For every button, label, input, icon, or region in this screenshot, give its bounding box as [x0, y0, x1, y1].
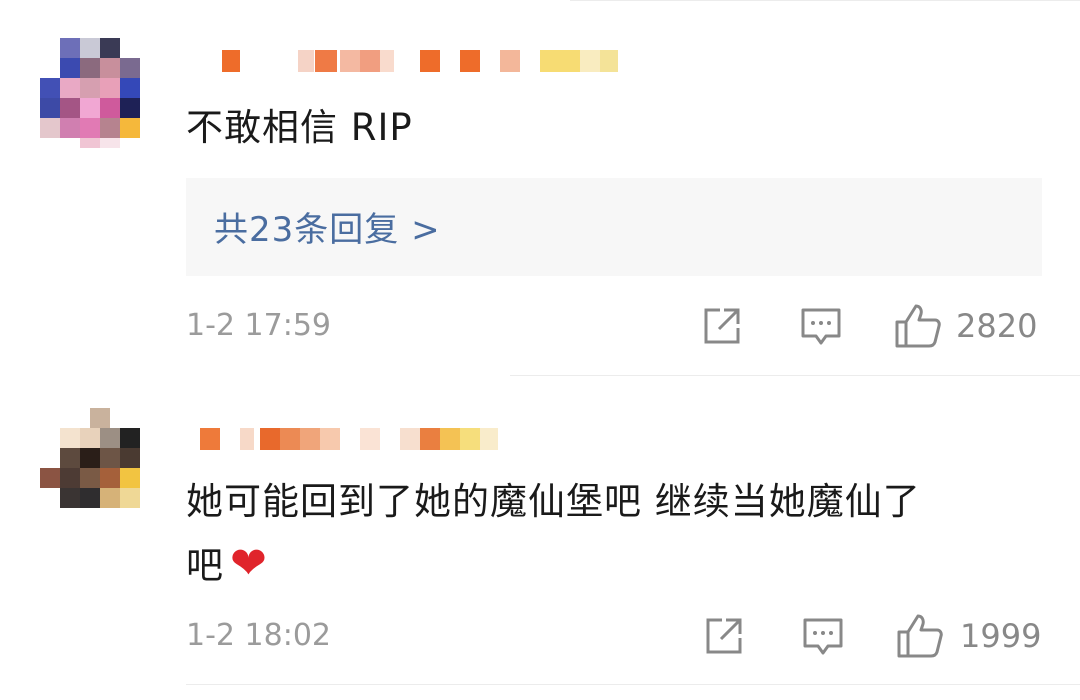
comment-text-tail: 吧 [186, 544, 224, 587]
like-count: 1999 [960, 617, 1042, 655]
top-divider [570, 0, 1080, 1]
comment-text: 不敢相信 RIP [186, 106, 413, 149]
comment-divider [510, 375, 1080, 376]
thumbs-up-icon[interactable] [896, 612, 944, 658]
comment-time: 1-2 17:59 [186, 308, 331, 343]
comment-text-line-2: 吧 ❤ [186, 534, 268, 596]
bottom-divider [186, 684, 1080, 685]
replies-box[interactable]: 共23条回复 > [186, 178, 1042, 276]
like-count: 2820 [956, 307, 1038, 345]
comment-time: 1-2 18:02 [186, 618, 331, 653]
comment-text-line-1: 她可能回到了她的魔仙堡吧 继续当她魔仙了 [186, 480, 921, 523]
share-icon[interactable] [704, 616, 746, 656]
username-pixelated[interactable] [200, 428, 630, 450]
username-pixelated[interactable] [200, 50, 630, 72]
comment-icon[interactable] [802, 616, 844, 658]
avatar[interactable] [40, 408, 140, 508]
comment-icon[interactable] [800, 306, 842, 348]
avatar[interactable] [40, 38, 140, 148]
heart-emoji: ❤ [230, 538, 268, 589]
thumbs-up-icon[interactable] [894, 302, 942, 348]
replies-link[interactable]: 共23条回复 > [214, 202, 441, 251]
share-icon[interactable] [702, 306, 744, 346]
